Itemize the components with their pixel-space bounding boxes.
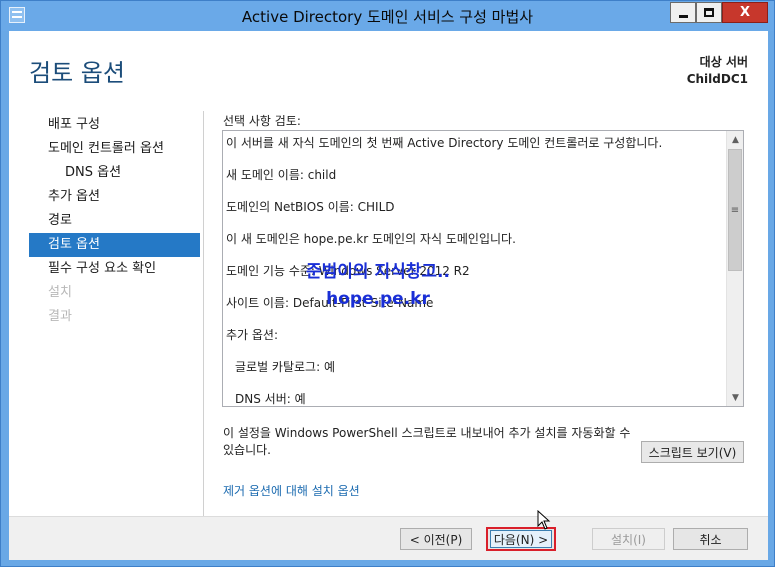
wizard-window: Active Directory 도메인 서비스 구성 마법사 X 검토 옵션 … (0, 0, 775, 567)
next-button[interactable]: 다음(N) > (490, 530, 552, 548)
nav-item-paths[interactable]: 경로 (29, 209, 200, 233)
page-title: 검토 옵션 (29, 59, 125, 87)
wizard-header: 검토 옵션 대상 서버 ChildDC1 (9, 31, 768, 109)
review-text-content: 이 서버를 새 자식 도메인의 첫 번째 Active Directory 도메… (226, 131, 724, 406)
scroll-up-arrow-icon[interactable]: ▲ (727, 131, 743, 148)
review-line: 추가 옵션: (226, 328, 279, 342)
review-line: DNS 서버: 예 (235, 392, 306, 406)
review-line: 도메인의 NetBIOS 이름: CHILD (226, 200, 395, 214)
review-line: 이 새 도메인은 hope.pe.kr 도메인의 자식 도메인입니다. (226, 232, 516, 246)
minimize-button[interactable] (670, 2, 696, 23)
vertical-scrollbar[interactable]: ▲ ≡ ▼ (726, 131, 743, 406)
previous-button[interactable]: < 이전(P) (400, 528, 472, 550)
scroll-thumb[interactable]: ≡ (728, 149, 742, 271)
review-line: 글로벌 카탈로그: 예 (235, 360, 335, 374)
nav-item-review-options[interactable]: 검토 옵션 (29, 233, 200, 257)
target-server-label: 대상 서버 (699, 55, 748, 69)
grip-icon: ≡ (730, 204, 740, 216)
nav-item-additional-options[interactable]: 추가 옵션 (29, 185, 200, 209)
next-button-highlight[interactable]: 다음(N) > (486, 527, 556, 551)
review-line: 도메인 기능 수준: Windows Server 2012 R2 (226, 264, 470, 278)
review-line: 새 도메인 이름: child (226, 168, 337, 182)
powershell-export-text: 이 설정을 Windows PowerShell 스크립트로 내보내어 추가 설… (223, 426, 631, 457)
review-line: 이 서버를 새 자식 도메인의 첫 번째 Active Directory 도메… (226, 136, 663, 150)
maximize-icon (704, 8, 714, 17)
close-button[interactable]: X (722, 2, 768, 23)
mouse-cursor-icon (537, 510, 551, 530)
wizard-nav: 배포 구성 도메인 컨트롤러 옵션 DNS 옵션 추가 옵션 경로 검토 옵션 … (29, 113, 200, 329)
nav-item-installation: 설치 (48, 285, 72, 300)
window-title: Active Directory 도메인 서비스 구성 마법사 (241, 8, 534, 26)
nav-item-deployment-config[interactable]: 배포 구성 (29, 113, 200, 137)
close-icon: X (739, 5, 751, 20)
scroll-down-arrow-icon[interactable]: ▼ (727, 389, 743, 406)
nav-item-dns-options[interactable]: DNS 옵션 (29, 161, 200, 185)
review-textbox[interactable]: 이 서버를 새 자식 도메인의 첫 번째 Active Directory 도메… (222, 130, 744, 407)
review-selections-label: 선택 사항 검토: (223, 114, 301, 128)
maximize-button[interactable] (696, 2, 722, 23)
view-script-button[interactable]: 스크립트 보기(V) (641, 441, 744, 463)
removal-options-link[interactable]: 제거 옵션에 대해 설치 옵션 (223, 482, 360, 499)
nav-item-results: 결과 (48, 309, 72, 324)
target-server-info: 대상 서버 ChildDC1 (687, 54, 748, 88)
wizard-body: 검토 옵션 대상 서버 ChildDC1 배포 구성 도메인 컨트롤러 옵션 D… (9, 31, 768, 560)
nav-item-prerequisites-check[interactable]: 필수 구성 요소 확인 (29, 257, 200, 281)
target-server-name: ChildDC1 (686, 72, 748, 86)
nav-item-dc-options[interactable]: 도메인 컨트롤러 옵션 (29, 137, 200, 161)
title-bar[interactable]: Active Directory 도메인 서비스 구성 마법사 X (1, 1, 774, 31)
wizard-footer: < 이전(P) 다음(N) > 설치(I) 취소 (9, 516, 768, 560)
review-line: 사이트 이름: Default-First-Site-Name (226, 296, 434, 310)
install-button: 설치(I) (592, 528, 665, 550)
cancel-button[interactable]: 취소 (673, 528, 748, 550)
minimize-icon (678, 14, 688, 18)
nav-divider (203, 111, 204, 516)
